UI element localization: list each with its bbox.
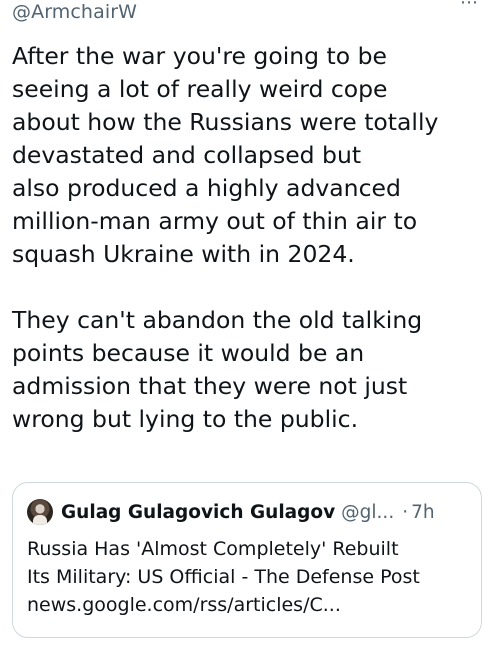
- quoted-tweet-header: Gulag Gulagovich Gulagov @gl... · 7h: [27, 497, 467, 527]
- more-options-icon[interactable]: ⋯: [460, 0, 478, 12]
- quoted-tweet-text: Russia Has 'Almost Completely' Rebuilt I…: [27, 535, 467, 619]
- tweet-paragraph-2: They can't abandon the old talking point…: [12, 306, 423, 433]
- quoted-tweet-timestamp[interactable]: 7h: [411, 502, 435, 523]
- quoted-author-name[interactable]: Gulag Gulagovich Gulagov: [61, 502, 335, 523]
- avatar[interactable]: [27, 499, 53, 525]
- quoted-tweet-card[interactable]: Gulag Gulagovich Gulagov @gl... · 7h Rus…: [12, 482, 482, 638]
- quoted-author-handle[interactable]: @gl...: [341, 502, 394, 523]
- quoted-link[interactable]: news.google.com/rss/articles/C...: [27, 591, 467, 619]
- quoted-text-line-2: Its Military: US Official - The Defense …: [27, 566, 420, 588]
- author-handle[interactable]: @ArmchairW: [12, 0, 137, 24]
- separator-dot: ·: [402, 501, 409, 523]
- tweet-paragraph-1: After the war you're going to be seeing …: [12, 42, 439, 268]
- quoted-text-line-1: Russia Has 'Almost Completely' Rebuilt: [27, 538, 399, 560]
- tweet-text: After the war you're going to be seeing …: [12, 40, 482, 436]
